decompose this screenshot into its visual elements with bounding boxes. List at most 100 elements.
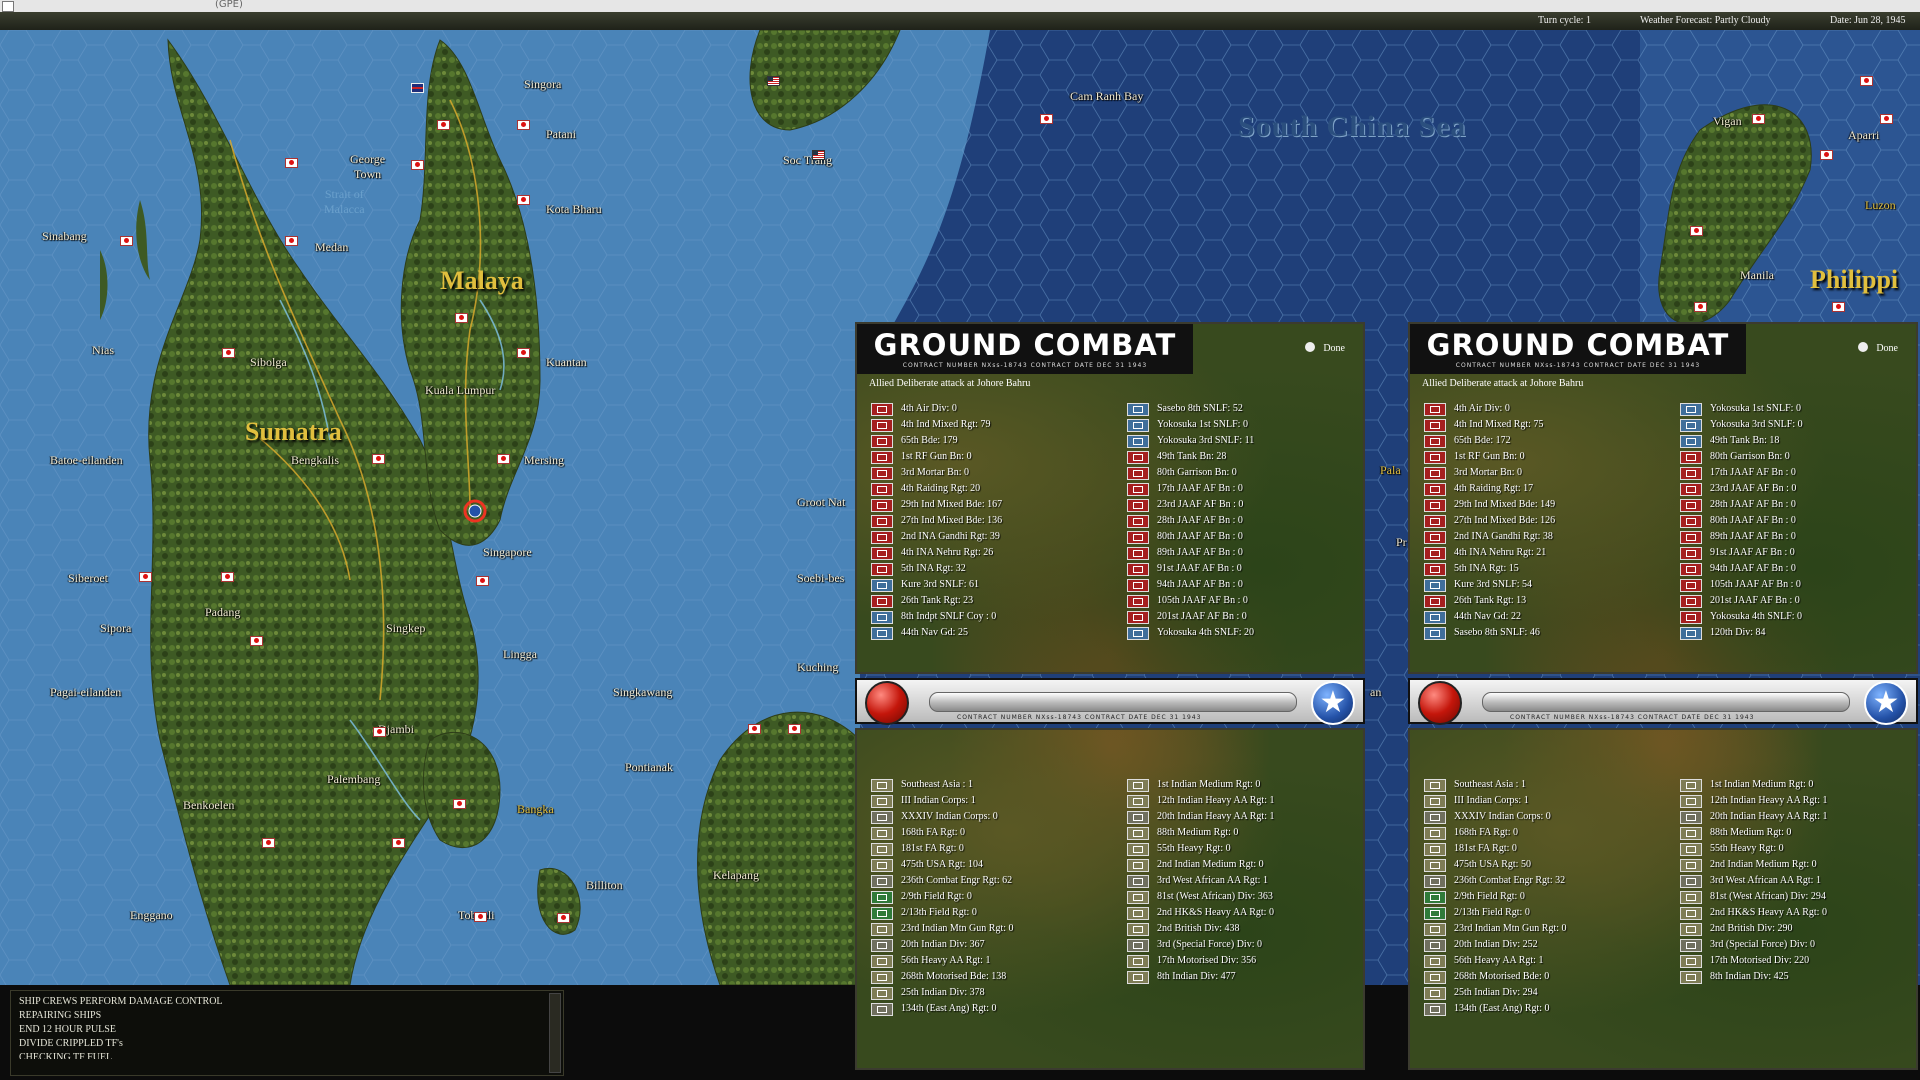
banner-subtitle: CONTRACT NUMBER NXss-18743 CONTRACT DATE…	[1413, 360, 1743, 371]
unit-type-icon	[1127, 435, 1149, 448]
unit-label: 17th Motorised Div: 356	[1157, 955, 1257, 966]
unit-label: 1st RF Gun Bn: 0	[901, 451, 972, 462]
allied-base-marker[interactable]	[411, 83, 424, 93]
japanese-base-marker[interactable]	[476, 576, 489, 586]
log-scrollbar[interactable]	[549, 993, 561, 1073]
japanese-base-marker[interactable]	[1752, 114, 1765, 124]
japanese-base-marker[interactable]	[139, 572, 152, 582]
us-star-icon: ★	[1311, 681, 1355, 725]
unit-label: 20th Indian Div: 367	[901, 939, 985, 950]
app-icon	[2, 1, 14, 12]
unit-type-icon	[871, 467, 893, 480]
unit-label: 4th Raiding Rgt: 20	[901, 483, 981, 494]
japanese-base-marker[interactable]	[1880, 114, 1893, 124]
ground-combat-panel: GROUND COMBAT CONTRACT NUMBER NXss-18743…	[1408, 322, 1918, 1072]
japanese-base-marker[interactable]	[1820, 150, 1833, 160]
japanese-base-marker[interactable]	[497, 454, 510, 464]
unit-label: 1st Indian Medium Rgt: 0	[1710, 779, 1814, 790]
unit-label: 28th JAAF AF Bn : 0	[1710, 499, 1796, 510]
us-base-marker[interactable]	[767, 76, 780, 86]
unit-label: 2/13th Field Rgt: 0	[901, 907, 977, 918]
unit-type-icon	[871, 891, 893, 904]
turn-cycle: Turn cycle: 1	[1538, 15, 1591, 26]
map-label-cam-ranh-bay: Cam Ranh Bay	[1070, 89, 1144, 103]
panel-title: GROUND COMBAT	[860, 325, 1190, 362]
unit-label: III Indian Corps: 1	[1454, 795, 1529, 806]
unit-type-icon	[1680, 811, 1702, 824]
japanese-base-marker[interactable]	[1040, 114, 1053, 124]
unit-type-icon	[1127, 811, 1149, 824]
log-line: SHIP CREWS PERFORM DAMAGE CONTROL	[19, 996, 223, 1007]
unit-label: 25th Indian Div: 378	[901, 987, 985, 998]
map-label-patani: Patani	[546, 127, 576, 141]
map-label-pr: Pr	[1396, 535, 1407, 549]
unit-type-icon	[871, 811, 893, 824]
japanese-base-marker[interactable]	[285, 236, 298, 246]
log-line: DIVIDE CRIPPLED TF's	[19, 1038, 123, 1049]
unit-type-icon	[1424, 923, 1446, 936]
unit-label: Yokosuka 1st SNLF: 0	[1710, 403, 1801, 414]
japanese-base-marker[interactable]	[437, 120, 450, 130]
japanese-base-marker[interactable]	[1860, 76, 1873, 86]
japanese-base-marker[interactable]	[557, 913, 570, 923]
unit-label: XXXIV Indian Corps: 0	[901, 811, 998, 822]
japanese-base-marker[interactable]	[373, 727, 386, 737]
japanese-base-marker[interactable]	[455, 313, 468, 323]
japanese-base-marker[interactable]	[788, 724, 801, 734]
japanese-base-marker[interactable]	[474, 912, 487, 922]
unit-label: 65th Bde: 172	[1454, 435, 1511, 446]
ground-combat-banner: GROUND COMBAT CONTRACT NUMBER NXss-18743…	[1410, 324, 1746, 374]
japanese-base-marker[interactable]	[1690, 226, 1703, 236]
unit-type-icon	[871, 795, 893, 808]
us-base-marker[interactable]	[812, 150, 825, 160]
japanese-base-marker[interactable]	[372, 454, 385, 464]
unit-type-icon	[1680, 827, 1702, 840]
unit-label: 12th Indian Heavy AA Rgt: 1	[1157, 795, 1275, 806]
unit-type-icon	[1680, 859, 1702, 872]
done-button[interactable]: Done	[1858, 342, 1898, 354]
japanese-base-marker[interactable]	[285, 158, 298, 168]
unit-label: 80th JAAF AF Bn : 0	[1157, 531, 1243, 542]
unit-type-icon	[871, 451, 893, 464]
unit-label: 55th Heavy Rgt: 0	[1710, 843, 1784, 854]
unit-label: 26th Tank Rgt: 13	[1454, 595, 1527, 606]
map-label-singkawang: Singkawang	[613, 685, 673, 699]
unit-type-icon	[1680, 627, 1702, 640]
done-button[interactable]: Done	[1305, 342, 1345, 354]
unit-type-icon	[1680, 451, 1702, 464]
japanese-base-marker[interactable]	[1832, 302, 1845, 312]
unit-type-icon	[1424, 419, 1446, 432]
unit-label: 4th Air Div: 0	[901, 403, 957, 414]
japanese-base-marker[interactable]	[517, 348, 530, 358]
japanese-base-marker[interactable]	[1694, 302, 1707, 312]
message-log[interactable]: SHIP CREWS PERFORM DAMAGE CONTROL REPAIR…	[10, 990, 564, 1076]
japanese-base-marker[interactable]	[517, 120, 530, 130]
japan-roundel-icon	[1418, 681, 1462, 725]
unit-type-icon	[1680, 923, 1702, 936]
japanese-base-marker[interactable]	[120, 236, 133, 246]
unit-label: 28th JAAF AF Bn : 0	[1157, 515, 1243, 526]
unit-type-icon	[871, 971, 893, 984]
unit-label: 25th Indian Div: 294	[1454, 987, 1538, 998]
unit-label: 4th Raiding Rgt: 17	[1454, 483, 1534, 494]
japanese-base-marker[interactable]	[748, 724, 761, 734]
japanese-base-marker[interactable]	[250, 636, 263, 646]
japanese-base-marker[interactable]	[517, 195, 530, 205]
unit-type-icon	[1127, 627, 1149, 640]
japanese-base-marker[interactable]	[221, 572, 234, 582]
unit-type-icon	[871, 419, 893, 432]
unit-type-icon	[1424, 971, 1446, 984]
japanese-base-marker[interactable]	[411, 160, 424, 170]
unit-label: 181st FA Rgt: 0	[1454, 843, 1517, 854]
japanese-base-marker[interactable]	[262, 838, 275, 848]
unit-type-icon	[1680, 403, 1702, 416]
map-label-kuala-lumpur: Kuala Lumpur	[425, 383, 496, 397]
unit-label: 8th Indpt SNLF Coy : 0	[901, 611, 997, 622]
unit-label: 27th Ind Mixed Bde: 136	[901, 515, 1003, 526]
japanese-base-marker[interactable]	[453, 799, 466, 809]
japanese-base-marker[interactable]	[392, 838, 405, 848]
japanese-base-marker[interactable]	[222, 348, 235, 358]
unit-type-icon	[1424, 547, 1446, 560]
combat-caption: Allied Deliberate attack at Johore Bahru	[1422, 378, 1584, 389]
unit-type-icon	[1127, 875, 1149, 888]
